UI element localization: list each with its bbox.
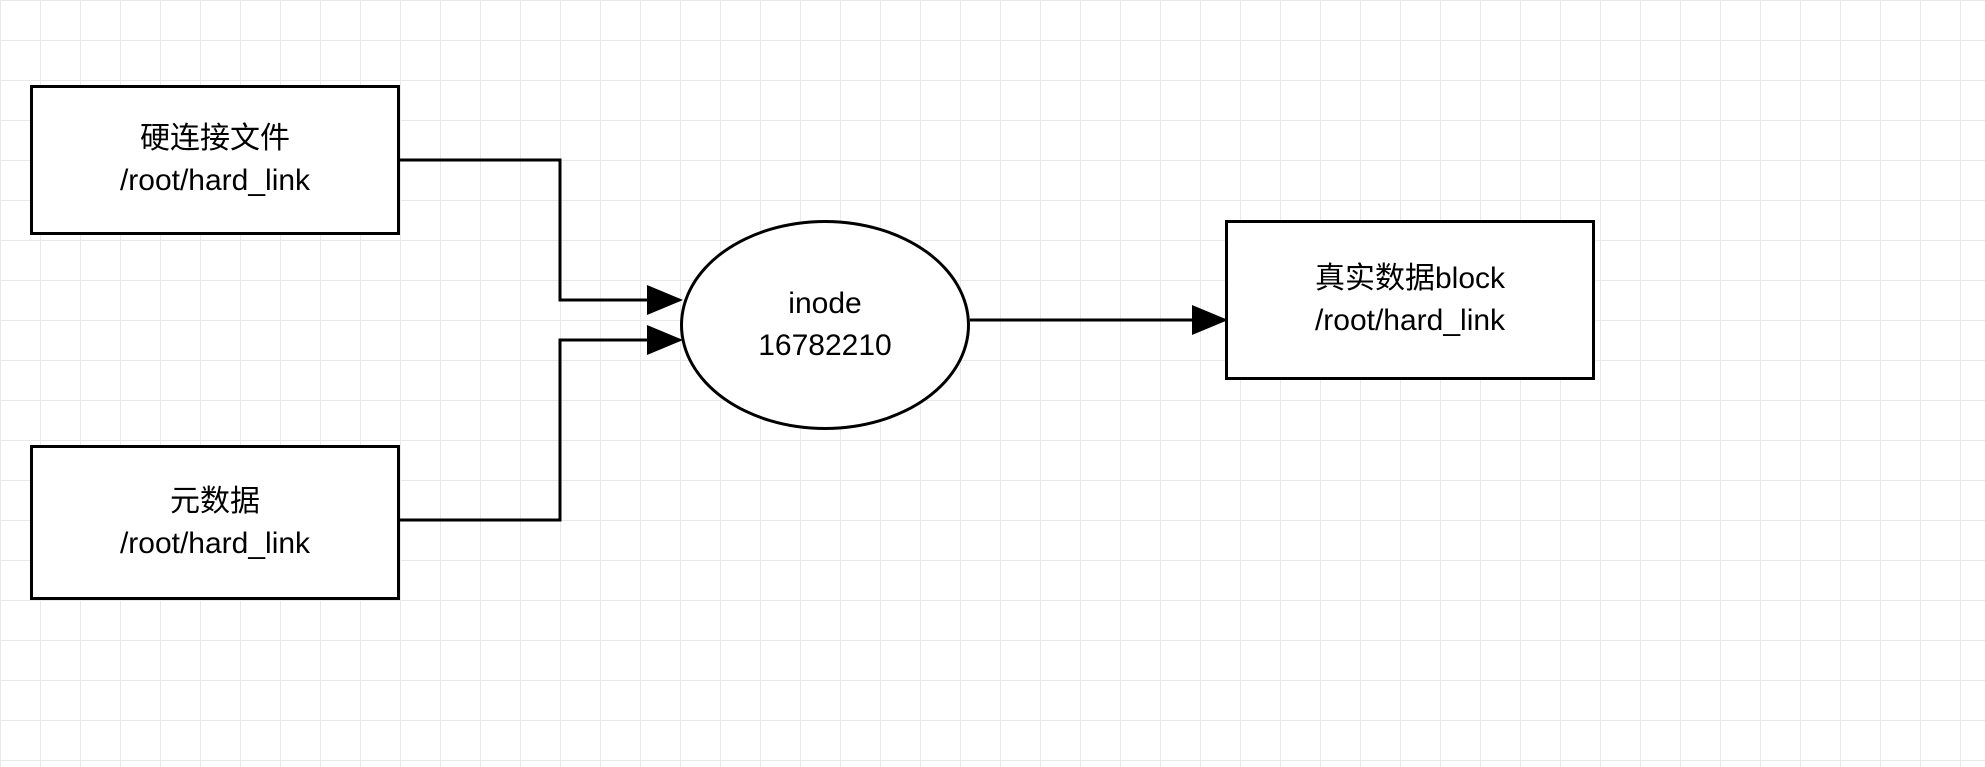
arrow-metadata-to-inode [400, 340, 680, 520]
node-hardlink-file: 硬连接文件 /root/hard_link [30, 85, 400, 235]
node-hardlink-file-title: 硬连接文件 [140, 118, 290, 160]
node-datablock-path: /root/hard_link [1315, 300, 1505, 342]
node-hardlink-file-path: /root/hard_link [120, 160, 310, 202]
node-inode-label: inode [788, 283, 861, 325]
node-metadata-title: 元数据 [170, 481, 260, 523]
node-metadata: 元数据 /root/hard_link [30, 445, 400, 600]
node-inode: inode 16782210 [680, 220, 970, 430]
node-inode-number: 16782210 [758, 325, 891, 367]
node-datablock-title: 真实数据block [1315, 258, 1505, 300]
node-metadata-path: /root/hard_link [120, 523, 310, 565]
arrow-hardlink-to-inode [400, 160, 680, 300]
node-datablock: 真实数据block /root/hard_link [1225, 220, 1595, 380]
